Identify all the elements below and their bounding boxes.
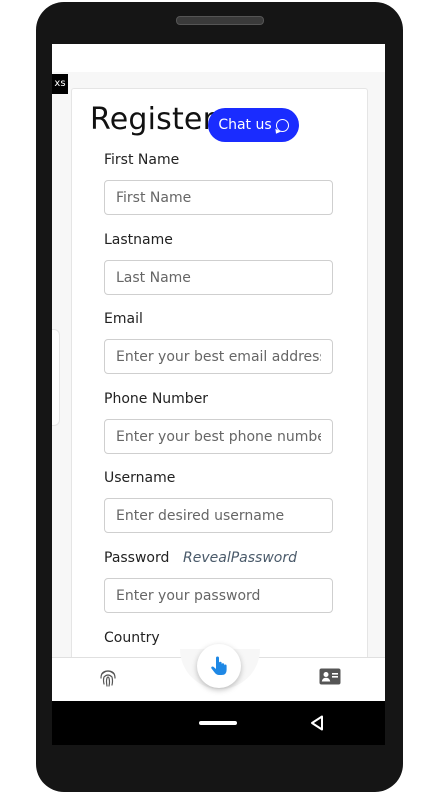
- username-label: Username: [104, 470, 176, 486]
- tap-hand-icon: [211, 656, 227, 675]
- password-field[interactable]: [104, 578, 333, 613]
- first-name-field[interactable]: [104, 180, 333, 215]
- app-screen: xs Register Chat us First Name Lastname …: [52, 44, 385, 701]
- email-label: Email: [104, 311, 143, 327]
- system-nav-bar: [52, 701, 385, 745]
- last-name-field[interactable]: [104, 260, 333, 295]
- email-field[interactable]: [104, 339, 333, 374]
- username-field[interactable]: [104, 498, 333, 533]
- last-name-label: Lastname: [104, 232, 173, 248]
- contact-card-icon[interactable]: [319, 668, 341, 689]
- breakpoint-badge: xs: [52, 74, 68, 94]
- back-triangle-icon[interactable]: [310, 715, 324, 735]
- country-label: Country: [104, 630, 160, 646]
- side-drawer-handle[interactable]: [52, 329, 60, 426]
- phone-speaker: [176, 16, 264, 25]
- home-indicator[interactable]: [199, 721, 237, 725]
- chat-us-button[interactable]: Chat us: [208, 108, 299, 142]
- phone-field[interactable]: [104, 419, 333, 454]
- page-title: Register: [90, 102, 216, 137]
- tap-action-button[interactable]: [197, 644, 241, 688]
- top-bar: [52, 44, 385, 72]
- password-label: Password: [104, 550, 170, 566]
- fingerprint-icon[interactable]: [99, 668, 117, 692]
- first-name-label: First Name: [104, 152, 180, 168]
- reveal-password-link[interactable]: RevealPassword: [183, 550, 297, 566]
- whatsapp-icon: [275, 118, 289, 132]
- phone-label: Phone Number: [104, 391, 209, 407]
- chat-us-label: Chat us: [218, 117, 272, 133]
